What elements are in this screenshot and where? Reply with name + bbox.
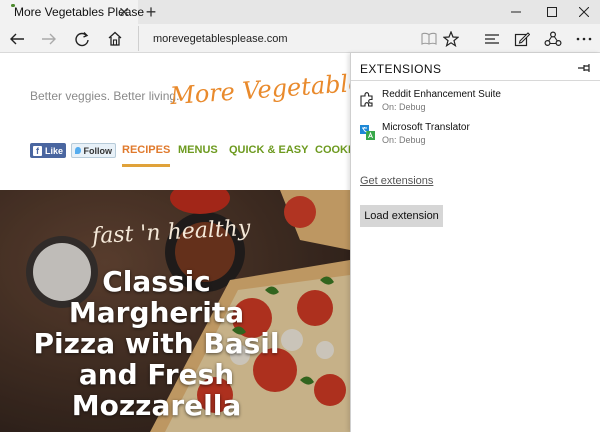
browser-toolbar: morevegetablesplease.com — [0, 24, 600, 53]
favorite-button[interactable] — [437, 24, 465, 53]
hub-button[interactable] — [478, 24, 506, 53]
minimize-icon — [511, 11, 521, 13]
hero-title-line: and Fresh — [78, 358, 235, 391]
close-window-button[interactable] — [568, 0, 600, 24]
hero-title-line: Mozzarella — [71, 389, 242, 422]
extensions-pane: EXTENSIONS Reddit Enhancement Suite On: … — [350, 53, 600, 432]
translator-icon — [360, 125, 375, 140]
maximize-icon — [547, 7, 557, 17]
close-icon — [579, 7, 589, 17]
nav-menus[interactable]: MENUS — [178, 144, 218, 156]
site-tagline: Better veggies. Better living. — [30, 89, 180, 103]
hero-title-line: Margherita — [68, 296, 245, 329]
star-icon — [443, 30, 459, 47]
home-icon — [108, 31, 122, 46]
extension-status: On: Debug — [382, 135, 426, 145]
browser-tab[interactable]: More Vegetables Please ✕ — [0, 0, 144, 24]
refresh-button[interactable] — [68, 24, 96, 53]
extension-name: Microsoft Translator — [382, 122, 470, 133]
web-note-icon — [514, 31, 530, 46]
nav-recipes[interactable]: RECIPES — [122, 144, 171, 167]
back-button[interactable] — [3, 24, 31, 53]
hero-title: Classic Margherita Pizza with Basil and … — [14, 266, 299, 421]
nav-cooking[interactable]: COOKI — [315, 144, 350, 156]
more-icon — [576, 37, 592, 40]
hero-title-line: Pizza with Basil — [33, 327, 280, 360]
reading-view-icon — [421, 32, 437, 45]
web-page: Better veggies. Better living. More Vege… — [0, 53, 350, 432]
hero-title-line: Classic — [102, 265, 211, 298]
forward-button[interactable] — [35, 24, 63, 53]
hub-icon — [485, 33, 499, 44]
extension-item[interactable]: Reddit Enhancement Suite On: Debug — [359, 89, 591, 119]
site-logo[interactable]: More Vegetables — [169, 68, 350, 110]
minimize-button[interactable] — [500, 0, 532, 24]
tab-close-icon[interactable]: ✕ — [118, 4, 130, 20]
extension-item[interactable]: Microsoft Translator On: Debug — [359, 122, 591, 152]
hero-banner[interactable]: fast 'n healthy Classic Margherita Pizza… — [0, 190, 350, 432]
pin-icon — [578, 64, 590, 72]
new-tab-button[interactable]: + — [142, 2, 160, 22]
title-bar: More Vegetables Please ✕ + — [0, 0, 600, 24]
more-button[interactable] — [570, 24, 598, 53]
maximize-button[interactable] — [536, 0, 568, 24]
home-button[interactable] — [101, 24, 129, 53]
nav-quick-easy[interactable]: QUICK & EASY — [229, 144, 308, 156]
pin-pane-button[interactable] — [577, 60, 593, 76]
extension-name: Reddit Enhancement Suite — [382, 89, 501, 100]
url-text: morevegetablesplease.com — [153, 32, 288, 45]
site-nav: RECIPES MENUS QUICK & EASY COOKI — [0, 144, 350, 167]
extensions-header: EXTENSIONS — [360, 62, 442, 76]
puzzle-piece-icon — [360, 92, 373, 107]
refresh-icon — [75, 31, 89, 46]
extension-status: On: Debug — [382, 102, 426, 112]
web-note-button[interactable] — [508, 24, 536, 53]
header-divider — [351, 80, 600, 81]
forward-arrow-icon — [42, 33, 56, 44]
back-arrow-icon — [10, 33, 24, 44]
load-extension-button[interactable]: Load extension — [360, 205, 443, 227]
share-button[interactable] — [539, 24, 567, 53]
share-icon — [544, 30, 562, 46]
get-extensions-link[interactable]: Get extensions — [360, 175, 433, 187]
